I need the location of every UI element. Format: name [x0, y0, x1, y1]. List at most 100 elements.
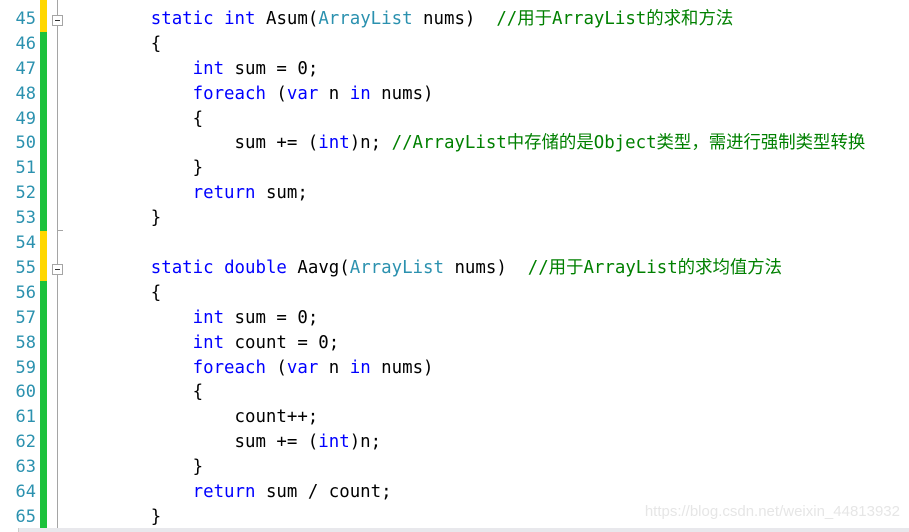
change-indicator: [40, 181, 47, 207]
code-token: nums): [412, 8, 497, 29]
code-line[interactable]: 56 {: [0, 280, 909, 306]
change-indicator: [40, 455, 47, 481]
change-indicator: [40, 156, 47, 182]
code-line[interactable]: 53 }: [0, 206, 909, 232]
change-indicator: [40, 305, 47, 331]
keyword-token: foreach: [192, 357, 266, 378]
keyword-token: var: [286, 357, 319, 378]
code-line[interactable]: 46 {: [0, 31, 909, 57]
code-line[interactable]: 48 foreach (var n in nums): [0, 81, 909, 107]
line-number: 58: [15, 332, 36, 353]
code-token: n: [318, 357, 350, 378]
code-token: {: [67, 33, 162, 54]
code-text: sum += (int)n; //ArrayList中存储的是Object类型，…: [67, 131, 866, 156]
code-token: sum += (: [67, 133, 319, 154]
line-number: 50: [15, 133, 36, 154]
code-line[interactable]: 62 sum += (int)n;: [0, 430, 909, 456]
line-number: 45: [15, 8, 36, 29]
line-number: 51: [15, 158, 36, 179]
code-line[interactable]: 58 int count = 0;: [0, 330, 909, 356]
code-token: Aavg(: [286, 257, 350, 278]
code-text: foreach (var n in nums): [67, 82, 434, 107]
line-number: 49: [15, 108, 36, 129]
code-line[interactable]: 50 sum += (int)n; //ArrayList中存储的是Object…: [0, 131, 909, 157]
code-text: int sum = 0;: [67, 306, 319, 331]
code-line[interactable]: 64 return sum / count;: [0, 480, 909, 505]
collapse-icon[interactable]: [52, 263, 63, 275]
code-token: (: [265, 83, 287, 104]
code-token: }: [67, 457, 204, 478]
code-text: }: [67, 455, 204, 480]
code-line[interactable]: 47 int sum = 0;: [0, 56, 909, 82]
code-text: sum += (int)n;: [67, 430, 382, 455]
change-indicator: [40, 430, 47, 456]
code-token: {: [67, 282, 162, 303]
keyword-token: static: [150, 8, 214, 29]
change-indicator: [40, 131, 47, 157]
code-line[interactable]: 57 int sum = 0;: [0, 305, 909, 331]
change-indicator: [40, 405, 47, 431]
line-number: 52: [15, 183, 36, 204]
code-text: {: [67, 32, 161, 57]
horizontal-scrollbar[interactable]: [0, 528, 909, 532]
code-line[interactable]: 54: [0, 231, 909, 256]
line-number: 64: [15, 482, 36, 502]
code-text: return sum / count;: [67, 480, 392, 505]
code-editor[interactable]: 4445 static int Asum(ArrayList nums) //用…: [0, 0, 909, 528]
code-line[interactable]: 52 return sum;: [0, 181, 909, 207]
keyword-token: return: [192, 183, 256, 204]
code-token: sum;: [255, 183, 308, 204]
collapse-icon[interactable]: [52, 14, 63, 26]
keyword-token: int: [318, 133, 350, 154]
code-line[interactable]: 45 static int Asum(ArrayList nums) //用于A…: [0, 6, 909, 32]
change-indicator: [40, 255, 47, 281]
comment-token: //用于ArrayList的求和方法: [496, 8, 734, 29]
code-token: Asum(: [255, 8, 319, 29]
code-line[interactable]: 61 count++;: [0, 405, 909, 431]
line-number: 56: [15, 282, 36, 303]
change-indicator: [40, 6, 47, 32]
code-text: int sum = 0;: [67, 57, 319, 82]
code-line[interactable]: 49 {: [0, 106, 909, 132]
line-number: 47: [15, 58, 36, 79]
line-number: 46: [15, 33, 36, 54]
code-line[interactable]: 59 foreach (var n in nums): [0, 355, 909, 381]
line-number: 55: [15, 257, 36, 278]
keyword-token: in: [349, 357, 371, 378]
code-text: {: [67, 107, 204, 132]
change-indicator: [40, 330, 47, 356]
line-number: 53: [15, 208, 36, 229]
code-text: return sum;: [67, 181, 308, 206]
line-number: 60: [15, 382, 36, 403]
code-token: }: [67, 506, 162, 527]
line-number: 61: [15, 407, 36, 428]
code-line[interactable]: 55 static double Aavg(ArrayList nums) //…: [0, 255, 909, 281]
code-text: static double Aavg(ArrayList nums) //用于A…: [67, 256, 782, 281]
code-line[interactable]: 63 }: [0, 455, 909, 481]
code-text: foreach (var n in nums): [67, 356, 434, 381]
keyword-token: int: [318, 432, 350, 453]
keyword-token: in: [349, 83, 371, 104]
code-text: }: [67, 156, 204, 181]
line-number: 57: [15, 307, 36, 328]
change-indicator: [40, 480, 47, 505]
type-token: ArrayList: [318, 8, 413, 29]
code-token: nums): [443, 257, 528, 278]
line-number: 59: [15, 357, 36, 378]
code-line[interactable]: 51 }: [0, 156, 909, 182]
keyword-token: return: [192, 482, 256, 502]
code-token: }: [67, 208, 162, 229]
code-text: int count = 0;: [67, 331, 340, 356]
code-text: }: [67, 505, 161, 528]
change-indicator: [40, 380, 47, 406]
code-text: {: [67, 380, 204, 405]
code-line[interactable]: 60 {: [0, 380, 909, 406]
